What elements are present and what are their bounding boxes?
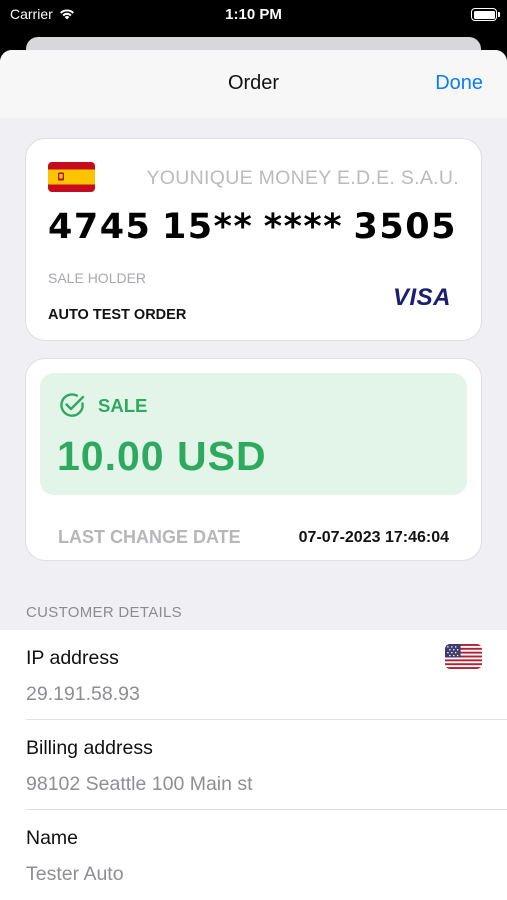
spain-flag-icon [48,162,95,192]
name-value: Tester Auto [26,863,124,885]
us-flag-icon [445,644,482,669]
card-holder-label: SALE HOLDER [48,270,147,286]
bank-name: YOUNIQUE MONEY E.D.E. S.A.U. [146,167,459,189]
payment-card: YOUNIQUE MONEY E.D.E. S.A.U. 4745 15** *… [25,138,482,341]
clock: 1:10 PM [225,6,282,23]
navigation-bar: Order Done [0,50,507,118]
transaction-status: SALE [98,395,148,416]
list-item-name: Name Tester Auto [0,810,507,900]
transaction-card: SALE 10.00 USD LAST CHANGE DATE 07-07-20… [25,358,482,561]
status-bar: Carrier 1:10 PM [0,0,507,30]
list-item-ip-address: IP address 29.191.58.93 [0,630,507,720]
billing-address-label: Billing address [26,737,153,759]
battery-icon [471,8,500,21]
name-label: Name [26,827,79,849]
done-button[interactable]: Done [435,72,483,95]
card-number-group: 3505 [353,207,457,247]
card-holder-name: AUTO TEST ORDER [48,307,187,323]
last-change-value: 07-07-2023 17:46:04 [298,529,449,546]
list-item-billing-address: Billing address 98102 Seattle 100 Main s… [0,720,507,810]
page-title: Order [227,72,280,94]
visa-logo: VISA [392,284,451,311]
customer-details-list: IP address 29.191.58.93 Billing address … [0,630,507,900]
ip-address-value: 29.191.58.93 [26,683,140,705]
card-number-group: 15** [161,207,254,247]
transaction-amount: 10.00 USD [57,433,267,479]
billing-address-value: 98102 Seattle 100 Main st [26,773,253,795]
ip-address-label: IP address [26,647,119,669]
transaction-status-box: SALE 10.00 USD [40,373,467,495]
order-sheet: Order Done YOUNIQUE MONEY E.D.E. S.A.U. … [0,50,507,900]
check-circle-icon [60,393,85,417]
customer-details-header: CUSTOMER DETAILS [26,604,182,621]
card-number-group: 4745 [48,207,152,247]
last-change-label: LAST CHANGE DATE [58,527,241,547]
card-number-group: **** [263,207,344,247]
card-number: 4745 15** **** 3505 [48,207,457,253]
